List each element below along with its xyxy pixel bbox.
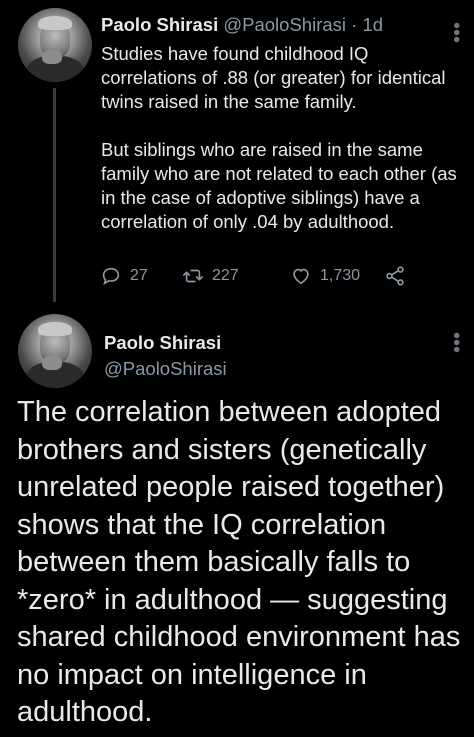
tweet-paragraph: Studies have found childhood IQ correlat… [101,43,446,112]
share-icon [386,266,404,286]
avatar[interactable] [18,8,92,82]
avatar[interactable] [18,314,92,388]
tweet-paragraph: But siblings who are raised in the same … [101,139,457,232]
retweet-icon [183,269,203,283]
tweet-text: Studies have found childhood IQ correlat… [101,42,461,234]
reply-button[interactable]: 27 [100,265,182,287]
reply-icon [102,267,120,286]
tweet-header: Paolo Shirasi @PaoloShirasi · 1d [101,14,383,36]
author-name[interactable]: Paolo Shirasi [104,332,221,354]
more-dots-icon[interactable]: ••• [445,332,467,353]
more-dots-icon[interactable]: ••• [445,22,467,43]
like-button[interactable]: 1,730 [290,265,384,287]
thread-connector-line [53,88,56,302]
tweet-timestamp[interactable]: · 1d [351,14,383,35]
heart-icon [293,268,309,285]
tweet-action-bar: 27 227 1,730 [100,262,406,290]
tweet-text: The correlation between adopted brothers… [17,396,461,728]
retweet-button[interactable]: 227 [182,265,290,287]
reply-count: 27 [130,267,148,284]
author-name[interactable]: Paolo Shirasi [101,14,218,35]
like-count: 1,730 [320,267,361,284]
author-handle[interactable]: @PaoloShirasi [104,358,227,380]
retweet-count: 227 [212,267,239,284]
author-handle[interactable]: @PaoloShirasi [223,14,346,35]
share-button[interactable] [384,265,406,287]
